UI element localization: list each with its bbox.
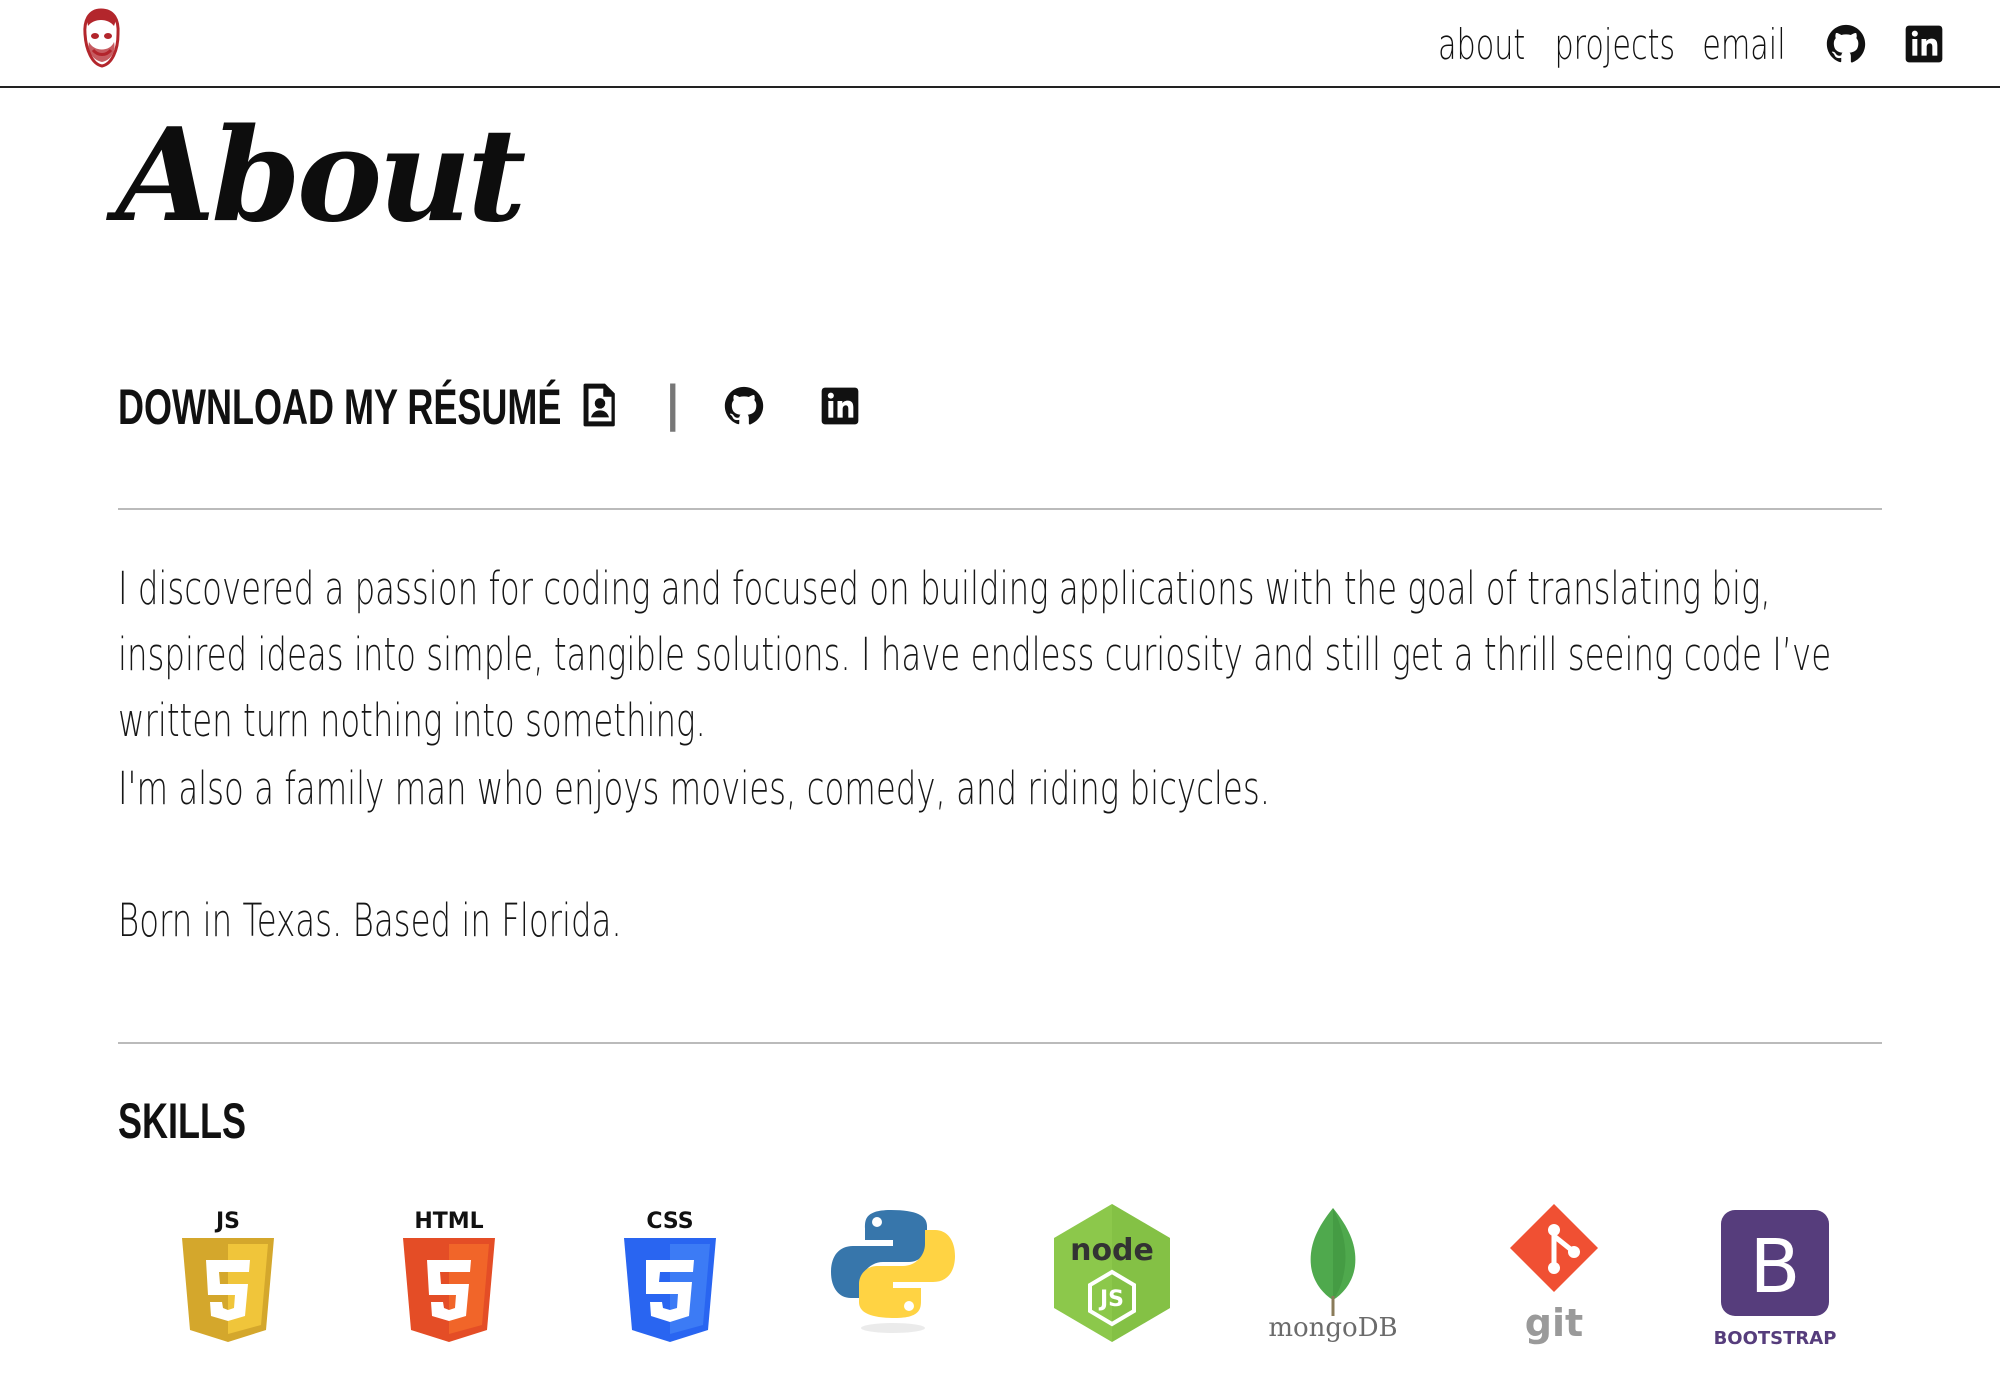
page-title: About: [116, 101, 526, 251]
javascript-icon: JS: [158, 1200, 298, 1350]
python-icon: [821, 1200, 961, 1350]
bio-paragraph-2: I'm also a family man who enjoys movies,…: [118, 756, 1898, 822]
bio-text: Born in Texas. Based in Florida.: [118, 894, 622, 947]
css-label: CSS: [646, 1209, 693, 1234]
css3-icon: CSS: [600, 1200, 740, 1350]
node-js-label: JS: [1098, 1287, 1124, 1312]
github-icon[interactable]: [1826, 24, 1866, 64]
divider: [118, 508, 1882, 510]
github-icon[interactable]: [724, 386, 764, 426]
bio-text: I discovered a passion for coding and fo…: [118, 562, 1832, 747]
js-label: JS: [214, 1209, 240, 1234]
resume-row: DOWNLOAD MY RÉSUMÉ: [118, 372, 734, 442]
node-label: node: [1070, 1233, 1154, 1268]
download-resume-link[interactable]: DOWNLOAD MY RÉSUMÉ: [118, 378, 561, 436]
avatar-logo[interactable]: [78, 6, 124, 70]
bio-text: I'm also a family man who enjoys movies,…: [118, 762, 1271, 815]
git-label: git: [1525, 1301, 1583, 1345]
separator: |: [664, 376, 682, 432]
skills-icons: JS HTML CSS node JS mongoDB git B BOOTST…: [118, 1200, 1898, 1360]
top-navbar: about projects email: [0, 0, 2000, 88]
bootstrap-label: BOOTSTRAP: [1714, 1328, 1837, 1349]
nav-link-projects[interactable]: projects: [1554, 20, 1675, 69]
resume-file-icon[interactable]: [580, 382, 620, 428]
skills-heading: SKILLS: [118, 1093, 247, 1149]
linkedin-icon[interactable]: [1904, 24, 1944, 64]
bootstrap-letter: B: [1750, 1224, 1801, 1310]
divider: [118, 1042, 1882, 1044]
bootstrap-icon: B BOOTSTRAP: [1705, 1200, 1845, 1350]
avatar-face-icon: [83, 8, 120, 68]
nav-links: about projects email: [1435, 14, 1944, 74]
nodejs-icon: node JS: [1042, 1200, 1182, 1350]
html5-icon: HTML: [379, 1200, 519, 1350]
git-icon: git: [1484, 1200, 1624, 1350]
bio-paragraph-3: Born in Texas. Based in Florida.: [118, 888, 1898, 954]
bio-paragraph-1: I discovered a passion for coding and fo…: [118, 556, 1898, 754]
skills-heading-wrap: SKILLS: [118, 1092, 296, 1150]
linkedin-icon[interactable]: [820, 386, 860, 426]
mongodb-icon: mongoDB: [1263, 1200, 1403, 1350]
nav-link-about[interactable]: about: [1438, 20, 1525, 69]
html-label: HTML: [414, 1209, 483, 1234]
mongodb-label: mongoDB: [1268, 1313, 1397, 1343]
nav-link-email[interactable]: email: [1702, 20, 1785, 69]
